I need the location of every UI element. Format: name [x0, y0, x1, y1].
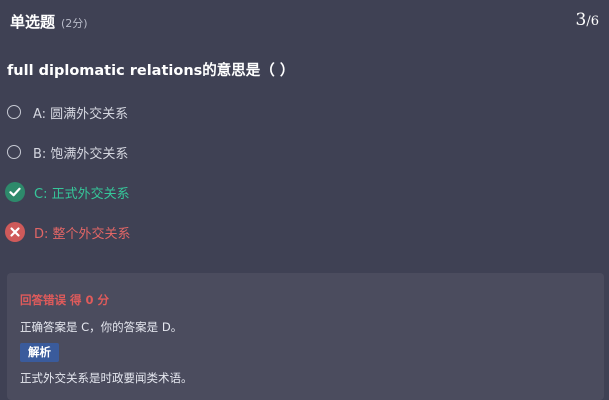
- question-progress: 3/6: [576, 10, 599, 30]
- progress-current: 3: [575, 10, 587, 30]
- question-header: 单选题 (2分) 3/6: [0, 0, 609, 44]
- option-d[interactable]: D: 整个外交关系: [5, 221, 131, 243]
- result-verdict: 回答错误 得 0 分: [20, 293, 110, 307]
- option-a-label: A: 圆满外交关系: [33, 106, 129, 122]
- analysis-text: 正式外交关系是时政要闻类术语。: [20, 371, 193, 385]
- option-d-label: D: 整个外交关系: [34, 226, 131, 242]
- option-a[interactable]: A: 圆满外交关系: [5, 101, 128, 123]
- question-text: full diplomatic relations的意思是（ ）: [7, 63, 295, 79]
- analysis-tag: 解析: [20, 343, 59, 362]
- question-type: 单选题 (2分): [10, 11, 88, 32]
- radio-icon[interactable]: [7, 145, 21, 159]
- result-panel: 回答错误 得 0 分 正确答案是 C，你的答案是 D。 解析 正式外交关系是时政…: [7, 273, 604, 400]
- progress-total: /6: [586, 14, 599, 29]
- answer-line: 正确答案是 C，你的答案是 D。: [20, 320, 183, 334]
- option-c-label: C: 正式外交关系: [34, 186, 130, 202]
- radio-icon[interactable]: [7, 105, 21, 119]
- check-icon: [5, 182, 25, 202]
- x-icon: [5, 222, 25, 242]
- option-b-label: B: 饱满外交关系: [33, 146, 129, 162]
- question-score: (2分): [61, 17, 88, 30]
- option-c[interactable]: C: 正式外交关系: [5, 181, 130, 203]
- option-b[interactable]: B: 饱满外交关系: [5, 141, 128, 163]
- question-type-label: 单选题: [10, 13, 56, 31]
